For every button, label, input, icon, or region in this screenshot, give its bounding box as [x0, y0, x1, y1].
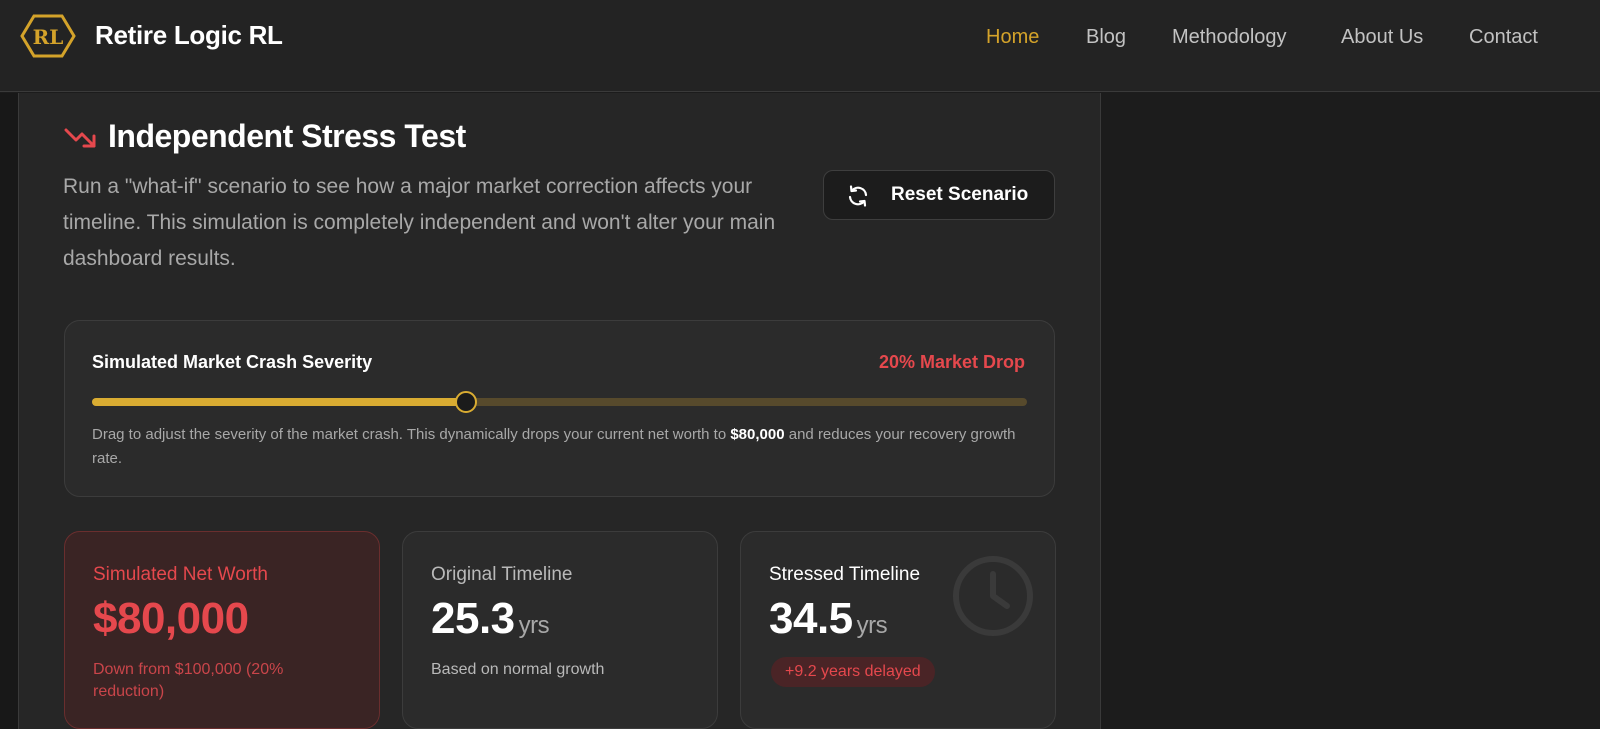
net-worth-label: Simulated Net Worth — [93, 564, 268, 585]
net-worth-subtext: Down from $100,000 (20% reduction) — [93, 661, 284, 700]
crash-severity-label: Simulated Market Crash Severity — [92, 352, 373, 372]
original-timeline-card: Original Timeline 25.3 yrs Based on norma… — [402, 531, 718, 729]
logo-icon[interactable]: RL — [20, 14, 76, 58]
nav-methodology[interactable]: Methodology — [1172, 26, 1287, 49]
trending-down-icon — [64, 124, 98, 150]
original-timeline-value: 25.3 — [431, 594, 515, 643]
nav-home[interactable]: Home — [986, 26, 1039, 49]
site-header: RL Retire Logic RL Home Blog Methodology… — [0, 0, 1600, 92]
stressed-timeline-value-row: 34.5 yrs — [769, 594, 888, 644]
brand-name[interactable]: Retire Logic RL — [95, 20, 283, 51]
slider-help-amount: $80,000 — [730, 426, 785, 443]
crash-severity-slider[interactable] — [92, 391, 1027, 413]
slider-fill — [92, 398, 466, 406]
reset-scenario-label: Reset Scenario — [891, 184, 1029, 205]
nav-about-us[interactable]: About Us — [1341, 26, 1423, 49]
refresh-icon — [846, 184, 870, 208]
slider-thumb[interactable] — [455, 391, 477, 413]
slider-help-prefix: Drag to adjust the severity of the marke… — [92, 426, 731, 443]
left-gutter — [0, 93, 18, 729]
section-title: Independent Stress Test — [108, 118, 466, 154]
original-timeline-value-row: 25.3 yrs — [431, 594, 550, 644]
original-timeline-label: Original Timeline — [431, 564, 573, 585]
nav-contact[interactable]: Contact — [1469, 26, 1538, 49]
section-description: Run a "what-if" scenario to see how a ma… — [63, 175, 776, 270]
slider-help-text: Drag to adjust the severity of the marke… — [92, 423, 1027, 471]
right-empty-area — [1101, 93, 1600, 729]
delay-badge: +9.2 years delayed — [771, 657, 935, 687]
original-timeline-unit: yrs — [518, 612, 550, 639]
clock-icon — [951, 554, 1035, 638]
simulated-net-worth-card: Simulated Net Worth $80,000 Down from $1… — [64, 531, 380, 729]
net-worth-value: $80,000 — [93, 594, 249, 643]
stressed-timeline-card: Stressed Timeline 34.5 yrs +9.2 years del… — [740, 531, 1056, 729]
nav-blog[interactable]: Blog — [1086, 26, 1126, 49]
stressed-timeline-value: 34.5 — [769, 594, 853, 643]
crash-severity-value: 20% Market Drop — [878, 352, 1025, 372]
original-timeline-subtext: Based on normal growth — [431, 661, 605, 678]
stressed-timeline-label: Stressed Timeline — [769, 564, 921, 585]
svg-text:RL: RL — [33, 25, 64, 49]
reset-scenario-button[interactable]: Reset Scenario — [823, 170, 1055, 220]
stressed-timeline-unit: yrs — [856, 612, 888, 639]
